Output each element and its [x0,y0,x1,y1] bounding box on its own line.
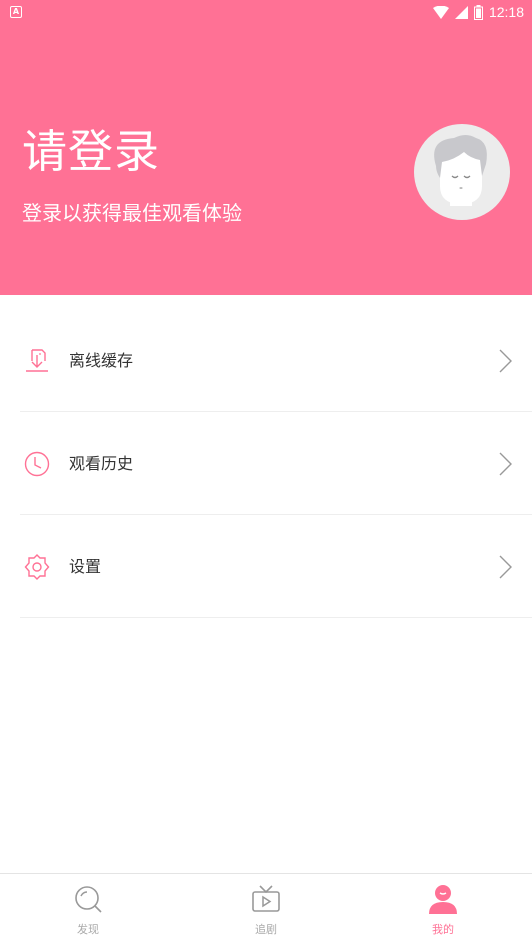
tab-following[interactable]: 追剧 [206,874,326,944]
menu-item-label: 设置 [69,557,102,576]
divider [20,617,532,618]
login-title[interactable]: 请登录 [22,122,160,182]
tab-label: 我的 [432,923,454,936]
notification-icon: A [10,6,22,18]
battery-icon [473,4,483,20]
tab-mine[interactable]: 我的 [383,874,503,944]
status-time: 12:18 [488,4,524,20]
tab-discover[interactable]: 发现 [28,874,148,944]
chevron-right-icon [499,349,512,373]
menu-item-label: 离线缓存 [69,351,134,370]
login-subtitle: 登录以获得最佳观看体验 [22,201,242,225]
wifi-icon [432,5,449,19]
menu-item-watch-history[interactable]: 观看历史 [0,412,532,515]
signal-icon [454,5,468,19]
chevron-right-icon [499,452,512,476]
menu-item-offline-cache[interactable]: 离线缓存 [0,309,532,412]
gear-icon [24,554,50,580]
menu-item-label: 观看历史 [69,454,134,473]
user-icon [429,885,457,914]
tab-label: 追剧 [255,923,277,936]
status-indicators: 12:18 [432,3,524,21]
status-bar: A 12:18 [0,0,532,24]
clock-icon [24,451,50,477]
tab-label: 发现 [77,923,99,936]
menu-item-settings[interactable]: 设置 [0,515,532,618]
default-avatar-icon [434,135,487,206]
avatar[interactable] [414,124,510,220]
search-icon [75,886,102,913]
download-icon [26,349,48,372]
chevron-right-icon [499,555,512,579]
tv-icon [252,885,280,912]
profile-header[interactable]: A 12:18 请登录 登录以获得最佳观看体验 [0,0,532,295]
bottom-tab-bar: 发现 追剧 我的 [0,873,532,944]
